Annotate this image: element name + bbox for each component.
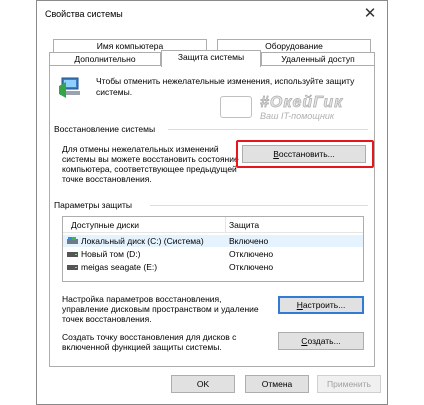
- system-protection-icon: [59, 77, 80, 98]
- drive-name: Локальный диск (C:) (Система): [81, 236, 204, 246]
- table-row[interactable]: Новый том (D:) Отключено: [63, 248, 363, 260]
- watermark-title: #ОкейГик: [260, 94, 344, 112]
- configure-description: Настройка параметров восстановления, упр…: [62, 294, 259, 324]
- restore-description: Для отмены нежелательных изменений систе…: [62, 144, 239, 184]
- system-properties-window: Свойства системы ✕ Имя компьютера Оборуд…: [36, 0, 388, 405]
- restore-section-label: Восстановление системы: [54, 124, 156, 134]
- watermark-logo: [220, 96, 252, 118]
- drive-name: meigas seagate (E:): [81, 262, 158, 272]
- system-protection-panel: Чтобы отменить нежелательные изменения, …: [49, 65, 375, 367]
- system-drive-icon: [67, 237, 78, 245]
- tab-system-protection[interactable]: Защита системы: [161, 50, 261, 67]
- close-icon[interactable]: ✕: [361, 5, 379, 23]
- watermark-subtitle: Ваш IT-помощник: [260, 111, 335, 121]
- tab-advanced[interactable]: Дополнительно: [49, 52, 161, 66]
- ok-button[interactable]: OK: [171, 375, 235, 393]
- watermark: #ОкейГик Ваш IT-помощник: [220, 94, 370, 124]
- section-divider: [150, 205, 368, 206]
- protection-section-label: Параметры защиты: [54, 200, 133, 210]
- section-divider: [168, 129, 368, 130]
- drive-name: Новый том (D:): [81, 249, 141, 259]
- apply-button[interactable]: Применить: [317, 375, 381, 393]
- table-header: Доступные диски Защита: [63, 217, 363, 233]
- tab-remote[interactable]: Удаленный доступ: [261, 52, 375, 66]
- table-row[interactable]: Локальный диск (C:) (Система) Включено: [63, 235, 363, 247]
- drives-table: Доступные диски Защита Локальный диск (C…: [62, 216, 364, 282]
- drive-protection-status: Отключено: [229, 262, 274, 272]
- create-description: Создать точку восстановления для дисков …: [62, 332, 237, 352]
- create-button[interactable]: Создать...: [278, 332, 364, 350]
- restore-button[interactable]: Восстановить...: [242, 145, 366, 163]
- column-header-protection: Защита: [229, 220, 260, 230]
- configure-button[interactable]: Настроить...: [278, 296, 364, 314]
- drive-protection-status: Отключено: [229, 249, 274, 259]
- drive-protection-status: Включено: [229, 236, 269, 246]
- title-bar: Свойства системы ✕: [37, 1, 387, 29]
- window-title: Свойства системы: [45, 9, 123, 19]
- column-separator: [225, 217, 226, 233]
- column-header-drives: Доступные диски: [71, 220, 139, 230]
- cancel-button[interactable]: Отмена: [245, 375, 309, 393]
- drive-icon: [67, 265, 78, 271]
- table-row[interactable]: meigas seagate (E:) Отключено: [63, 261, 363, 273]
- drive-icon: [67, 252, 78, 258]
